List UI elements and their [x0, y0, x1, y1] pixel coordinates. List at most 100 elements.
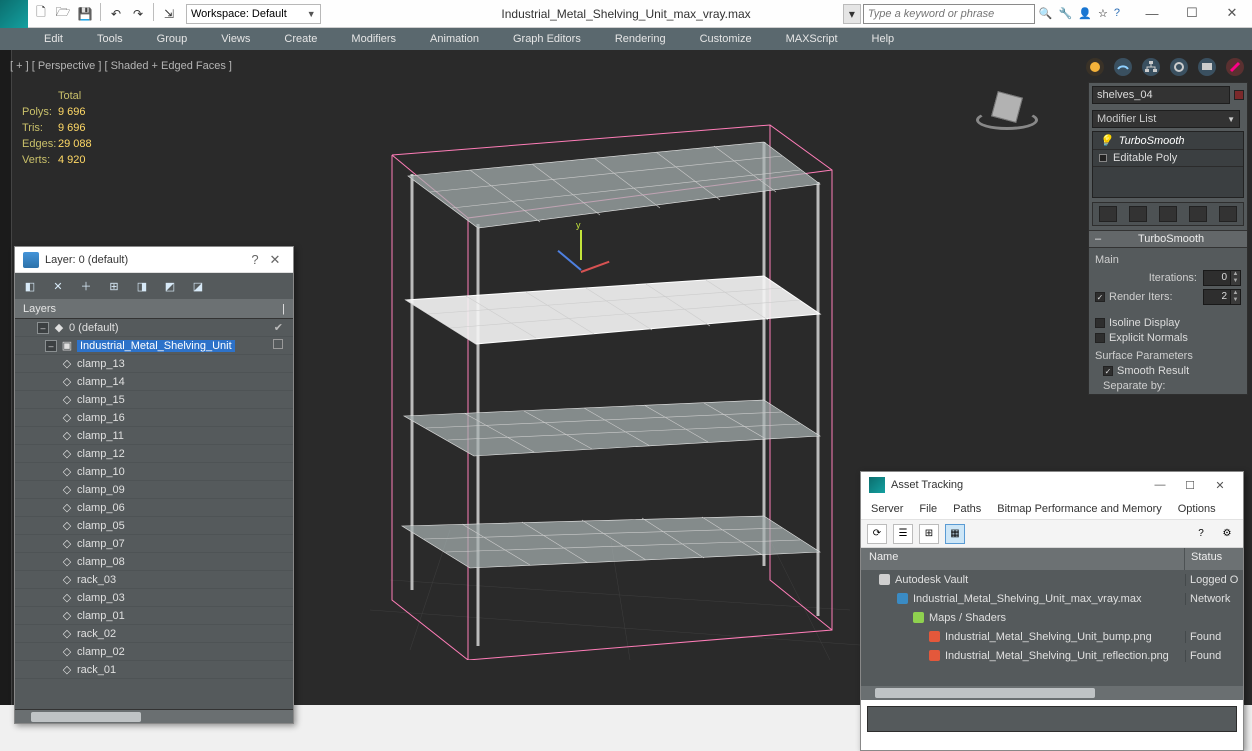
layer-row-item[interactable]: ◇clamp_14: [15, 373, 293, 391]
menu-rendering[interactable]: Rendering: [615, 33, 666, 45]
layer-close-icon[interactable]: ✕: [265, 252, 285, 268]
layer-row-item[interactable]: ◇rack_03: [15, 571, 293, 589]
add-layer-icon[interactable]: ＋: [77, 277, 95, 295]
delete-layer-icon[interactable]: ✕: [49, 277, 67, 295]
menu-group[interactable]: Group: [157, 33, 188, 45]
asset-row[interactable]: Maps / Shaders: [861, 608, 1243, 627]
iterations-spinner[interactable]: 0▲▼: [1203, 270, 1241, 286]
search-dropdown-icon[interactable]: ▾: [843, 4, 861, 24]
render-iters-checkbox[interactable]: ✓: [1095, 292, 1105, 302]
asset-table-icon[interactable]: ▦: [945, 524, 965, 544]
show-end-result-icon[interactable]: [1129, 206, 1147, 222]
asset-horizontal-scrollbar[interactable]: [861, 686, 1243, 700]
redo-icon[interactable]: ↷: [127, 3, 149, 25]
viewcube[interactable]: [974, 84, 1040, 142]
layer-row-item[interactable]: ◇clamp_03: [15, 589, 293, 607]
pin-stack-icon[interactable]: [1099, 206, 1117, 222]
asset-row[interactable]: Industrial_Metal_Shelving_Unit_bump.pngF…: [861, 627, 1243, 646]
menu-animation[interactable]: Animation: [430, 33, 479, 45]
motion-tab-icon[interactable]: [1170, 58, 1188, 76]
select-highlight-icon[interactable]: ◨: [133, 277, 151, 295]
layer-row-item[interactable]: ◇clamp_08: [15, 553, 293, 571]
search-input[interactable]: [863, 4, 1035, 24]
asset-col-name[interactable]: Name: [861, 548, 1185, 570]
save-icon[interactable]: 💾: [74, 3, 96, 25]
layer-row-item[interactable]: ◇clamp_09: [15, 481, 293, 499]
modify-tab-icon[interactable]: [1114, 58, 1132, 76]
menu-help[interactable]: Help: [872, 33, 895, 45]
layer-row-item[interactable]: ◇clamp_01: [15, 607, 293, 625]
layer-help-icon[interactable]: ?: [245, 252, 265, 267]
hide-unhide-icon[interactable]: ◪: [189, 277, 207, 295]
transform-gizmo[interactable]: y: [556, 238, 606, 288]
asset-help-icon[interactable]: ?: [1191, 524, 1211, 544]
new-file-icon[interactable]: 🗋: [30, 3, 52, 25]
explicit-normals-checkbox[interactable]: [1095, 333, 1105, 343]
asset-refresh-icon[interactable]: ⟳: [867, 524, 887, 544]
menu-modifiers[interactable]: Modifiers: [351, 33, 396, 45]
stack-toggle-icon[interactable]: [1099, 154, 1107, 162]
object-color-swatch[interactable]: [1234, 90, 1244, 100]
asset-settings-icon[interactable]: ⚙: [1217, 524, 1237, 544]
layer-row-item[interactable]: ◇clamp_16: [15, 409, 293, 427]
menu-tools[interactable]: Tools: [97, 33, 123, 45]
lightbulb-icon[interactable]: 💡: [1099, 134, 1113, 147]
remove-modifier-icon[interactable]: [1189, 206, 1207, 222]
menu-graph-editors[interactable]: Graph Editors: [513, 33, 581, 45]
menu-create[interactable]: Create: [284, 33, 317, 45]
hierarchy-tab-icon[interactable]: [1142, 58, 1160, 76]
modifier-list-dropdown[interactable]: Modifier List ▼: [1092, 110, 1240, 128]
layer-row-item[interactable]: ◇clamp_13: [15, 355, 293, 373]
asset-col-status[interactable]: Status: [1185, 548, 1243, 570]
layer-row-item[interactable]: ◇clamp_12: [15, 445, 293, 463]
menu-customize[interactable]: Customize: [700, 33, 752, 45]
asset-window-titlebar[interactable]: Asset Tracking — ☐ ✕: [861, 472, 1243, 498]
make-unique-icon[interactable]: [1159, 206, 1177, 222]
open-file-icon[interactable]: 🗁: [52, 3, 74, 25]
asset-menu-options[interactable]: Options: [1178, 503, 1216, 515]
layer-horizontal-scrollbar[interactable]: [15, 709, 293, 723]
wrench-icon[interactable]: 🔧: [1059, 7, 1073, 20]
menu-maxscript[interactable]: MAXScript: [786, 33, 838, 45]
viewport-label[interactable]: [ + ] [ Perspective ] [ Shaded + Edged F…: [10, 60, 232, 72]
layer-row-item[interactable]: ◇clamp_07: [15, 535, 293, 553]
display-tab-icon[interactable]: [1198, 58, 1216, 76]
maximize-button[interactable]: ☐: [1172, 0, 1212, 26]
workspace-selector[interactable]: Workspace: Default ▼: [186, 4, 321, 24]
link-icon[interactable]: ⇲: [158, 3, 180, 25]
layer-row-item[interactable]: ◇clamp_02: [15, 643, 293, 661]
rollout-turbosmooth[interactable]: –TurboSmooth: [1089, 230, 1247, 248]
asset-close-icon[interactable]: ✕: [1205, 479, 1235, 492]
layer-row-group[interactable]: – ▣ Industrial_Metal_Shelving_Unit: [15, 337, 293, 355]
asset-menu-server[interactable]: Server: [871, 503, 903, 515]
asset-menu-bitmap[interactable]: Bitmap Performance and Memory: [997, 503, 1161, 515]
menu-edit[interactable]: Edit: [44, 33, 63, 45]
help-icon[interactable]: ?: [1114, 7, 1120, 20]
layer-row-item[interactable]: ◇rack_01: [15, 661, 293, 679]
asset-menu-file[interactable]: File: [919, 503, 937, 515]
isoline-checkbox[interactable]: [1095, 318, 1105, 328]
undo-icon[interactable]: ↶: [105, 3, 127, 25]
layer-window-titlebar[interactable]: Layer: 0 (default) ? ✕: [15, 247, 293, 273]
close-button[interactable]: ✕: [1212, 0, 1252, 26]
people-icon[interactable]: 👤: [1078, 7, 1092, 20]
menu-views[interactable]: Views: [221, 33, 250, 45]
binoculars-icon[interactable]: 🔍: [1039, 7, 1053, 20]
render-iters-spinner[interactable]: 2▲▼: [1203, 289, 1241, 305]
asset-row[interactable]: Autodesk VaultLogged O: [861, 570, 1243, 589]
add-selection-icon[interactable]: ⊞: [105, 277, 123, 295]
layer-row-item[interactable]: ◇clamp_11: [15, 427, 293, 445]
utilities-tab-icon[interactable]: [1226, 58, 1244, 76]
layer-row-item[interactable]: ◇clamp_06: [15, 499, 293, 517]
layer-row-item[interactable]: ◇rack_02: [15, 625, 293, 643]
layer-checkbox[interactable]: [273, 339, 283, 349]
viewport-3d-object[interactable]: [350, 80, 870, 660]
asset-tree-icon[interactable]: ⊞: [919, 524, 939, 544]
smooth-result-checkbox[interactable]: ✓: [1103, 366, 1113, 376]
asset-menu-paths[interactable]: Paths: [953, 503, 981, 515]
modifier-stack[interactable]: 💡TurboSmooth Editable Poly: [1092, 131, 1244, 198]
layer-row-root[interactable]: – ◆ 0 (default) ✔: [15, 319, 293, 337]
layer-tree[interactable]: – ◆ 0 (default) ✔ – ▣ Industrial_Metal_S…: [15, 319, 293, 709]
highlight-select-icon[interactable]: ◩: [161, 277, 179, 295]
expander-icon[interactable]: –: [45, 340, 57, 352]
